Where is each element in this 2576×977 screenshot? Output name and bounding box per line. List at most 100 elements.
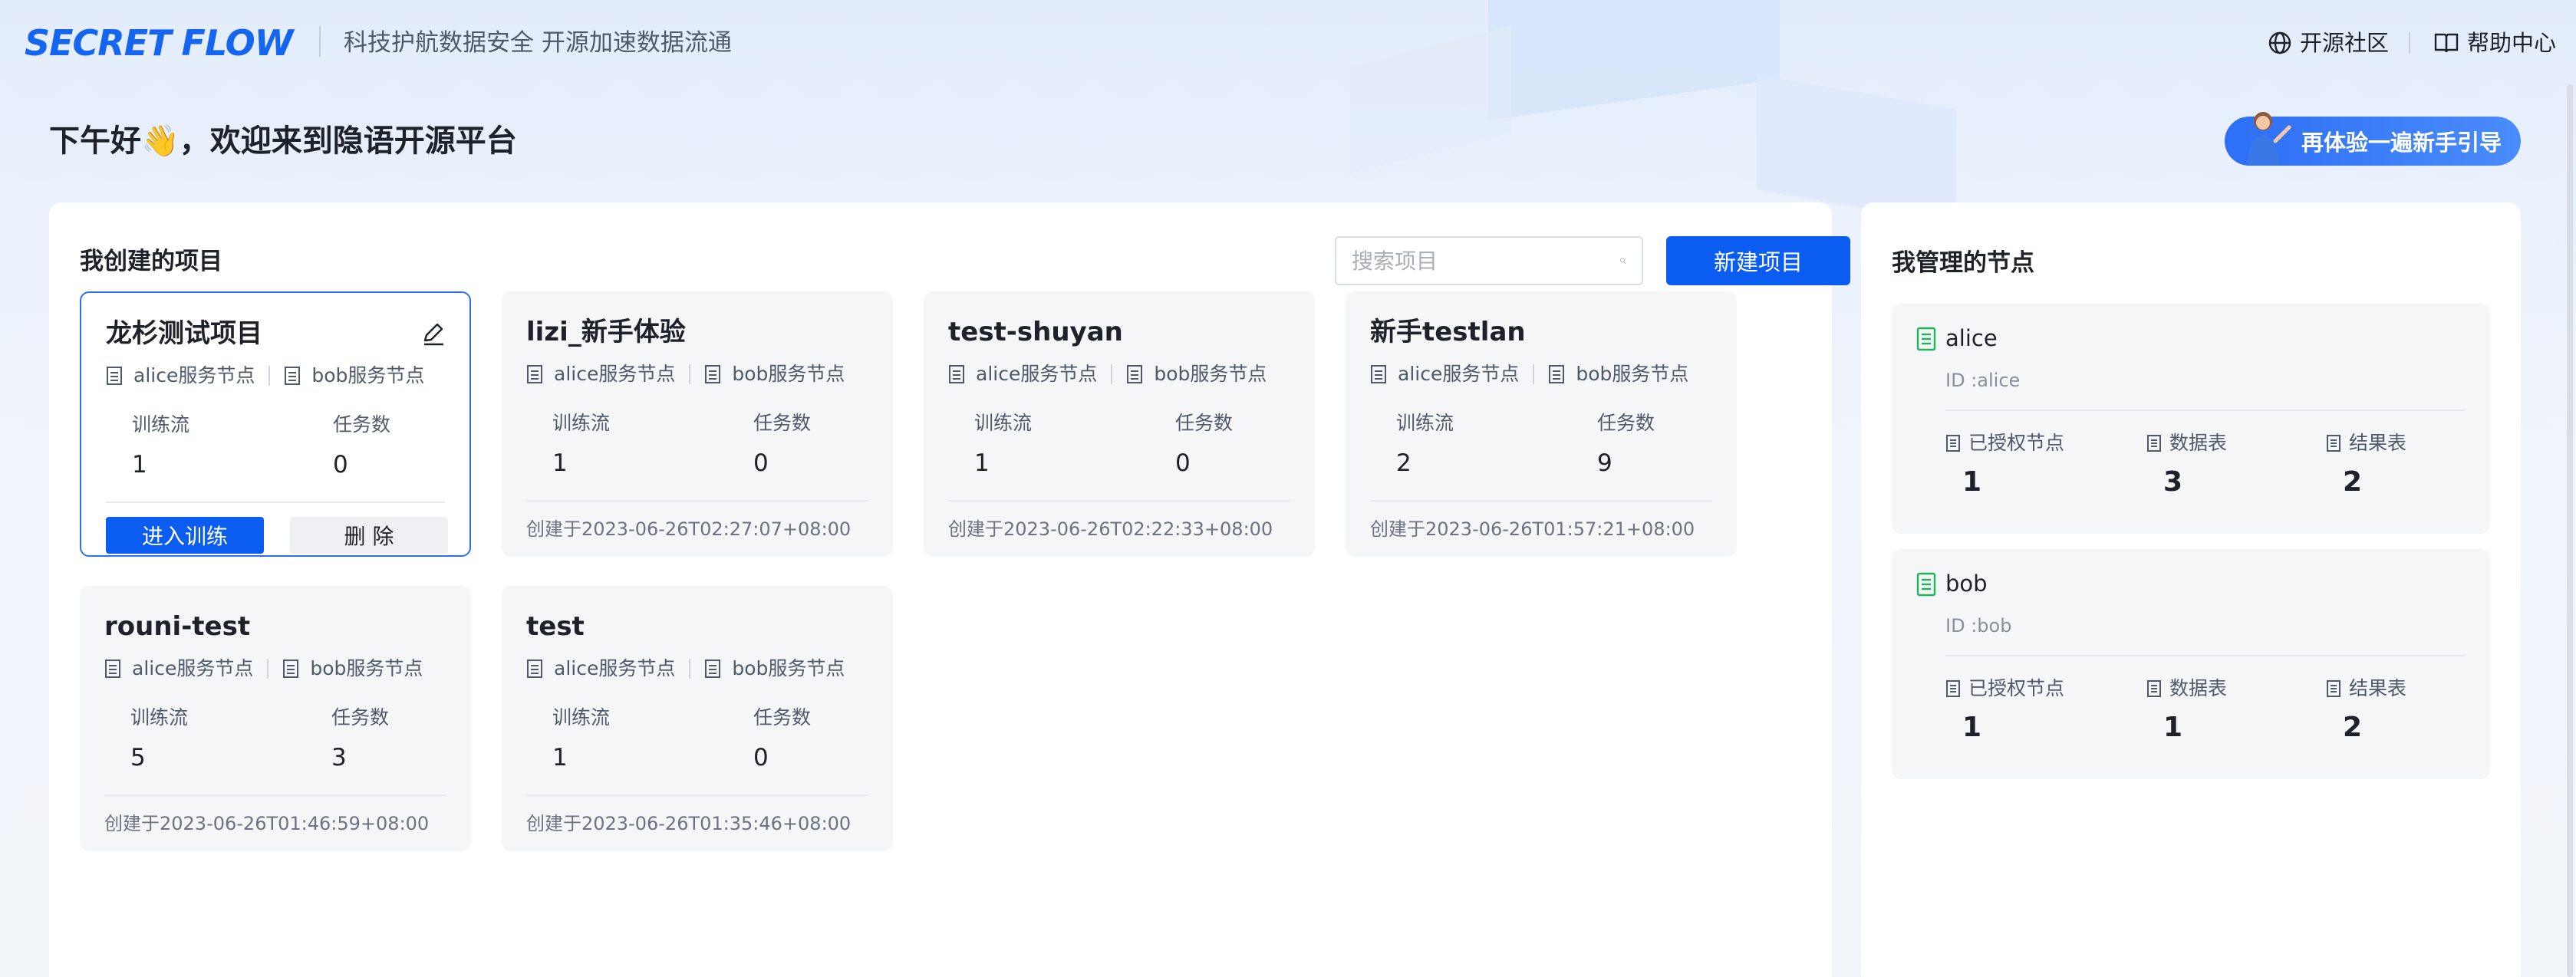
- node-b-label: bob服务节点: [310, 657, 423, 679]
- slogan: 科技护航数据安全 开源加速数据流通: [344, 29, 732, 57]
- project-search-input[interactable]: [1352, 248, 1619, 274]
- greeting: 下午好👋，欢迎来到隐语开源平台: [49, 123, 517, 159]
- flow-count: 2: [1396, 449, 1412, 477]
- node-name: bob: [1945, 571, 1988, 597]
- flow-label: 训练流: [974, 412, 1033, 434]
- project-card[interactable]: 新手testlan alice服务节点 bob服务节点 训练流 任务数 2 9 …: [1346, 291, 1737, 557]
- node-b-label: bob服务节点: [311, 364, 425, 387]
- server-node-icon: [705, 660, 721, 678]
- data-tables-label: 数据表: [2146, 673, 2227, 704]
- node-server-icon: [1916, 327, 1936, 351]
- result-tables-label: 结果表: [2326, 428, 2406, 459]
- community-label: 开源社区: [2300, 30, 2390, 56]
- node-a-label: alice服务节点: [132, 657, 254, 679]
- header-divider: [319, 26, 321, 57]
- doc-icon: [2327, 435, 2340, 452]
- result-tables-count: 2: [2343, 712, 2363, 743]
- node-b-label: bob服务节点: [1576, 363, 1689, 385]
- replay-guide-label: 再体验一遍新手引导: [2301, 130, 2502, 156]
- flow-count: 1: [552, 449, 568, 477]
- flow-count: 1: [132, 451, 147, 479]
- project-nodes: alice服务节点 bob服务节点: [104, 653, 423, 684]
- delete-project-button[interactable]: 删 除: [290, 517, 448, 554]
- flow-label: 训练流: [130, 706, 189, 729]
- card-divider: [526, 500, 868, 502]
- project-search-box[interactable]: [1335, 236, 1643, 285]
- node-b-label: bob服务节点: [1154, 363, 1267, 385]
- task-label: 任务数: [331, 706, 390, 729]
- doc-icon: [2327, 680, 2340, 697]
- flow-count: 1: [552, 744, 568, 771]
- project-name: 龙杉测试项目: [106, 318, 262, 349]
- task-label: 任务数: [1597, 412, 1655, 434]
- node-card-alice[interactable]: alice ID :alice 已授权节点 数据表 结果表 1 3 2: [1892, 304, 2490, 534]
- server-node-icon: [527, 660, 542, 678]
- created-date: 创建于2023-06-26T02:22:33+08:00: [948, 518, 1273, 540]
- task-count: 3: [331, 744, 347, 771]
- card-divider: [1370, 500, 1712, 502]
- result-tables-count: 2: [2343, 466, 2363, 498]
- page-scrollbar[interactable]: [2567, 84, 2573, 977]
- replay-guide-button[interactable]: 再体验一遍新手引导: [2225, 112, 2521, 166]
- node-b-label: bob服务节点: [732, 363, 845, 385]
- help-label: 帮助中心: [2467, 30, 2557, 56]
- logo-text-flow: FLOW: [181, 22, 294, 64]
- node-a-label: alice服务节点: [554, 657, 676, 679]
- flow-label: 训练流: [1396, 412, 1454, 434]
- my-projects-title: 我创建的项目: [80, 248, 222, 275]
- top-header: SECRET FLOW 科技护航数据安全 开源加速数据流通 开源社区 帮助中心: [0, 0, 2576, 86]
- project-name: rouni-test: [104, 611, 251, 642]
- authorized-nodes-count: 1: [1962, 712, 1982, 743]
- card-divider: [106, 502, 445, 503]
- node-id: ID :alice: [1945, 370, 2021, 391]
- secretflow-logo[interactable]: SECRET FLOW: [25, 20, 293, 66]
- card-divider: [104, 794, 446, 796]
- doc-icon: [1946, 680, 1960, 697]
- server-node-icon: [283, 660, 299, 678]
- project-card[interactable]: rouni-test alice服务节点 bob服务节点 训练流 任务数 5 3…: [80, 586, 471, 851]
- search-icon[interactable]: [1619, 250, 1626, 271]
- data-tables-count: 1: [2163, 712, 2183, 743]
- flow-label: 训练流: [552, 706, 611, 729]
- server-node-icon: [705, 365, 721, 383]
- server-node-icon: [1549, 365, 1565, 383]
- node-server-icon: [1916, 572, 1936, 597]
- task-count: 0: [753, 744, 769, 771]
- server-node-icon: [285, 367, 301, 385]
- flow-label: 训练流: [552, 412, 611, 434]
- card-divider: [526, 794, 868, 796]
- project-card[interactable]: test-shuyan alice服务节点 bob服务节点 训练流 任务数 1 …: [924, 291, 1315, 557]
- table-label-text: 数据表: [2169, 677, 2228, 699]
- node-a-label: alice服务节点: [976, 363, 1098, 385]
- guide-avatar-icon: [2248, 112, 2291, 166]
- data-tables-count: 3: [2163, 466, 2183, 498]
- project-name: test: [526, 611, 585, 642]
- server-node-icon: [107, 367, 122, 385]
- project-name: test-shuyan: [948, 317, 1123, 347]
- project-nodes: alice服务节点 bob服务节点: [948, 359, 1267, 390]
- task-label: 任务数: [753, 706, 812, 729]
- node-card-bob[interactable]: bob ID :bob 已授权节点 数据表 结果表 1 1 2: [1892, 549, 2490, 779]
- project-card[interactable]: test alice服务节点 bob服务节点 训练流 任务数 1 0 创建于20…: [502, 586, 893, 851]
- edit-icon[interactable]: [420, 321, 446, 347]
- help-link[interactable]: 帮助中心: [2433, 26, 2556, 60]
- project-card[interactable]: lizi_新手体验 alice服务节点 bob服务节点 训练流 任务数 1 0 …: [502, 291, 893, 557]
- project-nodes: alice服务节点 bob服务节点: [106, 360, 424, 391]
- book-icon: [2434, 33, 2459, 53]
- result-tables-label: 结果表: [2326, 673, 2406, 704]
- project-nodes: alice服务节点 bob服务节点: [1370, 359, 1688, 390]
- server-node-icon: [1127, 365, 1143, 383]
- globe-icon: [2268, 31, 2291, 54]
- flow-count: 5: [130, 744, 146, 771]
- flow-label: 训练流: [132, 413, 190, 436]
- project-card[interactable]: 龙杉测试项目 alice服务节点 bob服务节点 训练流 任务数 1 0 进入训…: [80, 291, 471, 557]
- project-name: lizi_新手体验: [526, 317, 686, 347]
- task-count: 0: [333, 451, 348, 479]
- node-a-label: alice服务节点: [133, 364, 255, 387]
- new-project-button[interactable]: 新建项目: [1666, 236, 1850, 285]
- project-name: 新手testlan: [1370, 317, 1526, 347]
- node-name: alice: [1945, 325, 1998, 351]
- community-link[interactable]: 开源社区: [2268, 26, 2389, 60]
- my-nodes-title: 我管理的节点: [1892, 249, 2034, 277]
- enter-training-button[interactable]: 进入训练: [106, 517, 264, 554]
